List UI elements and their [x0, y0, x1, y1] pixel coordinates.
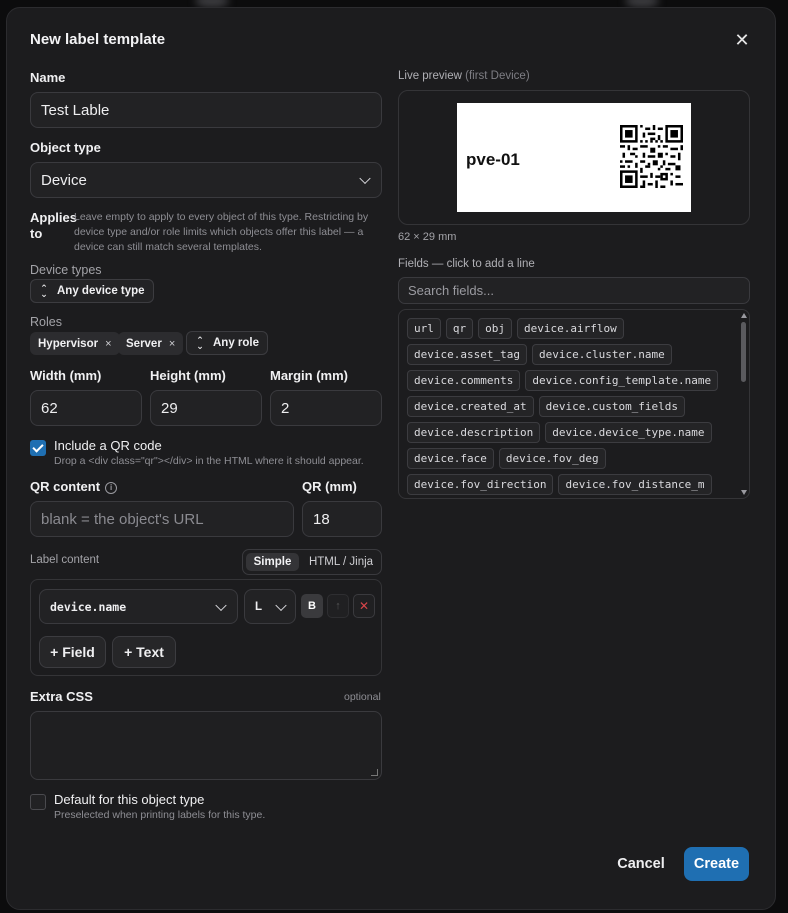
remove-role-icon[interactable]: × [169, 338, 175, 350]
field-chip[interactable]: qr [445, 318, 474, 339]
name-input[interactable]: Test Lable [30, 92, 382, 128]
extra-css-optional: optional [344, 691, 381, 703]
width-input[interactable]: 62 [30, 390, 142, 426]
resize-handle-icon[interactable] [371, 769, 378, 776]
line-field-value: device.name [50, 599, 127, 614]
chevron-down-icon [215, 599, 227, 611]
extra-css-label: Extra CSS [30, 689, 93, 704]
default-help: Preselected when printing labels for thi… [54, 809, 266, 821]
field-chip[interactable]: device.fov_distance_m [558, 474, 712, 495]
live-preview-sub: (first Device) [465, 70, 530, 82]
applies-to-label: Applies to [30, 210, 77, 241]
qr-code-icon [620, 125, 683, 188]
width-label: Width (mm) [30, 368, 102, 383]
line-size-value: L [255, 600, 263, 613]
add-field-button[interactable]: + Field [39, 636, 106, 668]
any-device-type-label: Any device type [57, 285, 145, 297]
height-input[interactable]: 29 [150, 390, 262, 426]
field-chip[interactable]: device.description [407, 422, 541, 443]
qr-help: Drop a <div class="qr"></div> in the HTM… [54, 455, 364, 467]
applies-to-help: Leave empty to apply to every object of … [74, 211, 369, 253]
label-content-label: Label content [30, 554, 100, 566]
chevron-down-icon [275, 599, 287, 611]
mode-simple-tab[interactable]: Simple [246, 553, 299, 571]
add-text-button[interactable]: + Text [112, 636, 176, 668]
field-chip[interactable]: device.device_type.name [545, 422, 712, 443]
height-label: Height (mm) [150, 368, 226, 383]
role-chip: Hypervisor × [30, 332, 120, 355]
create-button[interactable]: Create [684, 847, 749, 881]
cancel-button[interactable]: Cancel [612, 848, 670, 880]
scrollbar-thumb[interactable] [741, 322, 746, 382]
qr-size-label: QR (mm) [302, 479, 357, 494]
chevron-down-icon [359, 172, 371, 185]
preview-size-caption: 62 × 29 mm [398, 231, 457, 243]
role-chip-label: Server [126, 337, 162, 350]
extra-css-textarea[interactable] [30, 711, 382, 780]
qr-content-label-text: QR content [30, 479, 101, 494]
qr-content-label: QR content i [30, 479, 118, 494]
field-chip[interactable]: device.asset_tag [407, 344, 527, 365]
field-chip[interactable]: device.fov_direction [407, 474, 554, 495]
move-up-button[interactable]: ↑ [327, 594, 349, 618]
margin-label: Margin (mm) [270, 368, 348, 383]
search-fields-input[interactable]: Search fields... [398, 277, 750, 304]
preview-text: pve-01 [466, 150, 520, 169]
any-role-button[interactable]: ⌃ ⌄ Any role [186, 331, 269, 355]
field-chip[interactable]: device.face [407, 448, 494, 469]
line-size-select[interactable]: L [244, 589, 296, 624]
line-field-select[interactable]: device.name [39, 589, 238, 624]
field-chip[interactable]: device.created_at [407, 396, 534, 417]
field-chip[interactable]: device.cluster.name [531, 344, 672, 365]
remove-line-button[interactable]: ✕ [353, 594, 375, 618]
field-chips: url qr obj device.airflow device.asset_tag de… [407, 318, 737, 498]
info-icon[interactable]: i [105, 482, 118, 494]
field-chip[interactable]: device.fov_deg [498, 448, 606, 469]
qr-content-input[interactable]: blank = the object's URL [30, 501, 294, 537]
any-role-label: Any role [213, 337, 260, 349]
field-chip[interactable]: url [407, 318, 441, 339]
field-chip[interactable]: obj [478, 318, 512, 339]
close-icon[interactable]: ✕ [732, 31, 752, 51]
qr-size-input[interactable]: 18 [302, 501, 382, 537]
name-label: Name [30, 70, 66, 85]
updown-icon: ⌃ ⌄ [196, 335, 204, 351]
default-label: Default for this object type [54, 792, 205, 807]
roles-label: Roles [30, 315, 62, 329]
bold-toggle-button[interactable]: B [301, 594, 323, 618]
mode-toggle: Simple HTML / Jinja [242, 549, 382, 575]
include-qr-checkbox[interactable] [30, 440, 46, 456]
include-qr-label: Include a QR code [54, 438, 162, 453]
dialog-title: New label template [30, 31, 166, 48]
any-device-type-button[interactable]: ⌃ ⌄ Any device type [30, 279, 154, 303]
field-chip[interactable]: device.comments [407, 370, 521, 391]
object-type-select[interactable]: Device [30, 162, 382, 198]
mode-html-tab[interactable]: HTML / Jinja [305, 553, 377, 571]
live-preview-label: Live preview (first Device) [398, 70, 530, 82]
fields-list: url qr obj device.airflow device.asset_tag de… [398, 309, 750, 499]
field-chip[interactable]: device.custom_fields [538, 396, 686, 417]
role-chip-label: Hypervisor [38, 337, 99, 350]
default-checkbox[interactable] [30, 794, 46, 810]
object-type-label: Object type [30, 140, 101, 155]
label-preview: pve-01 [457, 103, 691, 212]
updown-icon: ⌃ ⌄ [40, 283, 48, 299]
margin-input[interactable]: 2 [270, 390, 382, 426]
live-preview-title: Live preview [398, 70, 462, 82]
field-chip[interactable]: device.config_template.name [525, 370, 719, 391]
scroll-down-icon[interactable] [741, 490, 747, 495]
object-type-value: Device [41, 171, 87, 189]
field-chip[interactable]: device.airflow [517, 318, 624, 339]
role-chip: Server × [118, 332, 184, 355]
fields-label: Fields — click to add a line [398, 258, 535, 270]
scroll-up-icon[interactable] [741, 313, 747, 318]
remove-role-icon[interactable]: × [105, 338, 111, 350]
device-types-label: Device types [30, 263, 102, 277]
